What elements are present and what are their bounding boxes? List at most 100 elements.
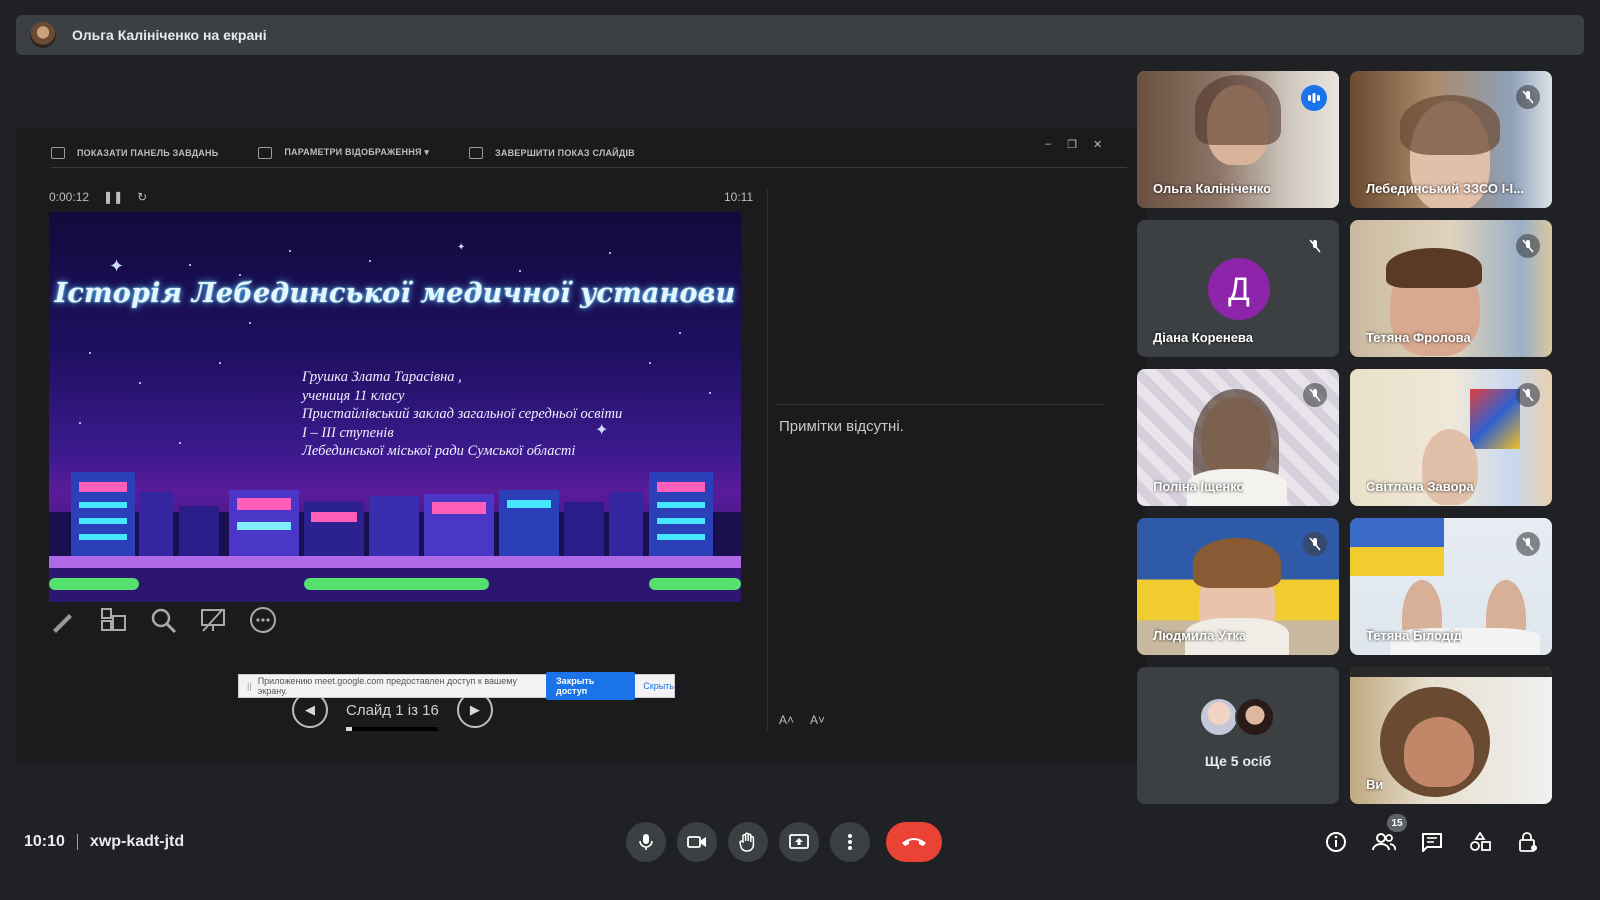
- end-show-icon: [469, 146, 484, 159]
- mic-off-icon: [1303, 532, 1327, 556]
- slideshow-timer: 0:00:12 ❚❚ ↻: [49, 190, 147, 204]
- more-options-button[interactable]: [830, 822, 870, 862]
- participant-tile[interactable]: Тетяна Білодід: [1350, 518, 1552, 655]
- zoom-icon[interactable]: [149, 606, 177, 634]
- mic-off-icon: [1516, 234, 1540, 258]
- presenter-avatar: [30, 22, 56, 48]
- chevron-right-icon: ▶: [469, 702, 480, 717]
- participant-name: Ольга Калініченко: [1153, 181, 1272, 196]
- chat-button[interactable]: [1419, 828, 1445, 856]
- people-button[interactable]: 15: [1371, 814, 1407, 856]
- camera-icon: [687, 836, 706, 848]
- end-slideshow-button[interactable]: ЗАВЕРШИТИ ПОКАЗ СЛАЙДІВ: [469, 146, 635, 159]
- more-participants-tile[interactable]: Ще 5 осіб: [1137, 667, 1339, 804]
- participant-tile[interactable]: Тетяна Фролова: [1350, 220, 1552, 357]
- participant-name: Діана Коренева: [1153, 330, 1253, 345]
- elapsed-time: 0:00:12: [49, 190, 90, 204]
- camera-button[interactable]: [677, 822, 717, 862]
- slide-line: Грушка Злата Тарасівна ,: [302, 369, 462, 385]
- participant-tile[interactable]: Д Діана Коренева: [1137, 220, 1339, 357]
- participant-tile[interactable]: Поліна Іщенко: [1137, 369, 1339, 506]
- presenter-view-toolbar: ПОКАЗАТИ ПАНЕЛЬ ЗАВДАНЬ ПАРАМЕТРИ ВІДОБР…: [51, 138, 1127, 168]
- lock-person-icon: [1519, 832, 1537, 852]
- hand-icon: [739, 832, 755, 852]
- raise-hand-button[interactable]: [728, 822, 768, 862]
- chat-icon: [1422, 833, 1442, 852]
- self-view-tile[interactable]: Ви: [1350, 667, 1552, 804]
- stop-sharing-button[interactable]: Закрыть доступ: [546, 672, 636, 700]
- slide-progress-bar: [346, 726, 438, 731]
- mic-off-icon: [1303, 234, 1327, 258]
- presentation-clock: 10:11: [724, 190, 754, 204]
- participant-name: Тетяна Білодід: [1366, 628, 1462, 643]
- participant-name: Лебединський ЗЗСО І-І...: [1366, 181, 1524, 196]
- presenter-banner-text: Ольга Калініченко на екрані: [72, 27, 267, 43]
- window-controls: – ❐ ✕: [1045, 138, 1102, 151]
- shapes-icon: [1470, 831, 1491, 851]
- info-icon: [1326, 832, 1346, 852]
- pen-icon[interactable]: [49, 606, 77, 634]
- notes-header-divider: [776, 404, 1104, 405]
- decrease-font-icon[interactable]: A˅: [810, 713, 825, 727]
- screen-share-notice-text: Приложению meet.google.com предоставлен …: [257, 676, 518, 696]
- host-controls-button[interactable]: [1515, 828, 1541, 856]
- slide-title: Історія Лебединської медичної установи: [54, 278, 736, 309]
- display-settings-icon: [258, 146, 273, 159]
- activities-button[interactable]: [1467, 828, 1493, 856]
- mic-off-icon: [1516, 532, 1540, 556]
- mic-icon: [639, 834, 653, 850]
- black-screen-icon[interactable]: [199, 606, 227, 634]
- slide-line: учениця 11 класу: [302, 387, 405, 404]
- display-settings-label: ПАРАМЕТРИ ВІДОБРАЖЕННЯ ▾: [284, 147, 430, 157]
- leave-call-button[interactable]: [886, 822, 942, 862]
- show-taskbar-label: ПОКАЗАТИ ПАНЕЛЬ ЗАВДАНЬ: [77, 147, 219, 158]
- hang-up-icon: [902, 838, 926, 846]
- restart-icon[interactable]: ↻: [137, 190, 147, 204]
- slide-tools: [49, 606, 277, 634]
- participant-name: Поліна Іщенко: [1153, 479, 1245, 494]
- participant-tile[interactable]: Лебединський ЗЗСО І-І...: [1350, 71, 1552, 208]
- people-icon: [1372, 833, 1396, 851]
- call-controls: [626, 822, 942, 862]
- notes-divider: [767, 190, 768, 730]
- pause-icon[interactable]: ❚❚: [103, 190, 123, 204]
- participant-tile[interactable]: Людмила Утка: [1137, 518, 1339, 655]
- slide-counter: Слайд 1 із 16: [346, 702, 439, 731]
- neon-city-illustration: [49, 472, 741, 602]
- minimize-icon[interactable]: –: [1045, 138, 1051, 151]
- current-time: 10:10: [24, 833, 65, 850]
- participant-tile[interactable]: Ольга Калініченко: [1137, 71, 1339, 208]
- avatar: [1235, 697, 1275, 737]
- drag-handle-icon[interactable]: ||: [247, 681, 252, 691]
- speaking-indicator-icon: [1301, 85, 1327, 111]
- taskbar-icon: [51, 146, 65, 159]
- mic-off-icon: [1303, 383, 1327, 407]
- participant-name: Людмила Утка: [1153, 628, 1247, 643]
- hide-notice-link[interactable]: Скрыть: [643, 681, 674, 691]
- all-slides-icon[interactable]: [99, 606, 127, 634]
- presenter-banner: Ольга Калініченко на екрані: [16, 15, 1584, 55]
- participant-name: Тетяна Фролова: [1366, 330, 1471, 345]
- participant-tile[interactable]: Світлана Завора: [1350, 369, 1552, 506]
- star-icon: ✦: [457, 242, 466, 253]
- participants-count-badge: 15: [1387, 814, 1407, 832]
- current-slide: ✦ ✦ ✦ Історія Лебединської медичної уста…: [49, 212, 741, 602]
- side-panel-controls: 15: [1323, 814, 1541, 856]
- mic-off-icon: [1516, 383, 1540, 407]
- more-options-icon[interactable]: [249, 606, 277, 634]
- slide-line: Пристайлівський заклад загальної середнь…: [302, 406, 623, 422]
- star-icon: ✦: [109, 256, 125, 276]
- shared-screen: ПОКАЗАТИ ПАНЕЛЬ ЗАВДАНЬ ПАРАМЕТРИ ВІДОБР…: [16, 128, 1147, 763]
- close-icon[interactable]: ✕: [1093, 138, 1102, 151]
- restore-icon[interactable]: ❐: [1067, 138, 1077, 151]
- separator: [76, 834, 78, 850]
- microphone-button[interactable]: [626, 822, 666, 862]
- increase-font-icon[interactable]: A˄: [779, 713, 794, 727]
- show-taskbar-button[interactable]: ПОКАЗАТИ ПАНЕЛЬ ЗАВДАНЬ: [51, 146, 219, 159]
- present-screen-button[interactable]: [779, 822, 819, 862]
- end-slideshow-label: ЗАВЕРШИТИ ПОКАЗ СЛАЙДІВ: [495, 147, 635, 158]
- meeting-details-button[interactable]: [1323, 828, 1349, 856]
- display-settings-button[interactable]: ПАРАМЕТРИ ВІДОБРАЖЕННЯ ▾: [258, 146, 430, 159]
- speaker-notes: Примітки відсутні.: [779, 418, 904, 435]
- meeting-info: 10:10 xwp-kadt-jtd: [24, 833, 184, 851]
